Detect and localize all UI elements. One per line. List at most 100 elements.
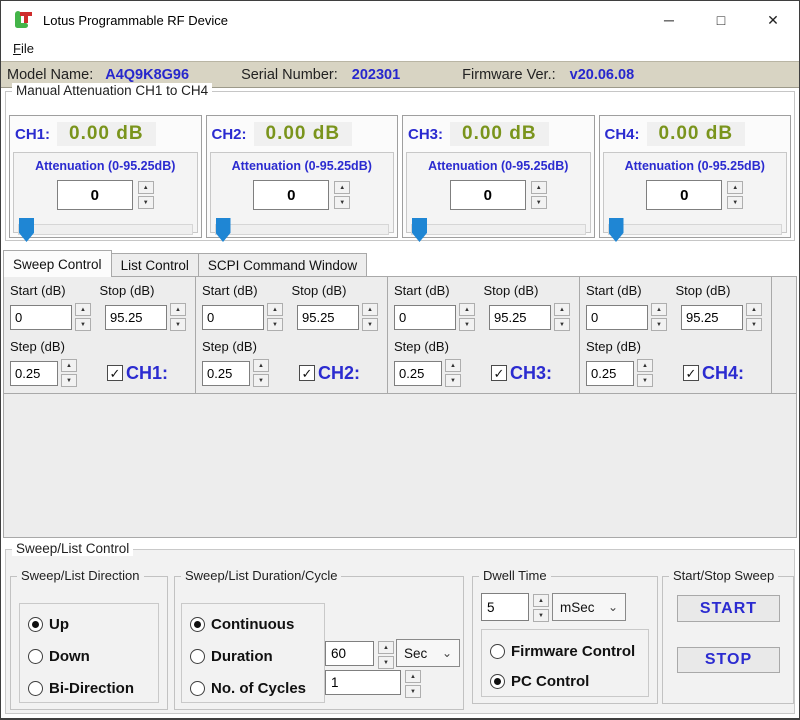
spin-down-button[interactable]: ▼ — [727, 196, 743, 209]
tab-scpi-command-window[interactable]: SCPI Command Window — [198, 253, 367, 276]
start-sweep-button[interactable]: START — [677, 595, 780, 622]
spin-up-button[interactable]: ▲ — [459, 303, 475, 316]
spin-down-button[interactable]: ▼ — [554, 318, 570, 331]
spin-up-button[interactable]: ▲ — [651, 303, 667, 316]
spin-up-button[interactable]: ▲ — [533, 594, 549, 607]
spin-up-button[interactable]: ▲ — [334, 181, 350, 194]
spin-down-button[interactable]: ▼ — [267, 318, 283, 331]
spin-down-button[interactable]: ▼ — [531, 196, 547, 209]
slider-track[interactable] — [215, 224, 390, 235]
direction-option-up[interactable]: Up — [28, 616, 158, 633]
spin-up-button[interactable]: ▲ — [378, 641, 394, 654]
ch1-attenuation-input[interactable] — [57, 180, 133, 210]
ch3-step-input[interactable] — [394, 361, 442, 386]
duration-value-input[interactable] — [325, 641, 374, 666]
ch2-enable-checkbox[interactable]: ✓ — [299, 365, 315, 381]
ch1-step-input[interactable] — [10, 361, 58, 386]
duration-unit-dropdown[interactable]: Sec ⌄ — [396, 639, 460, 667]
slider-thumb[interactable] — [216, 218, 231, 242]
radio-icon[interactable] — [190, 649, 205, 664]
ch3-stop-input[interactable] — [489, 305, 551, 330]
ch4-start-input[interactable] — [586, 305, 648, 330]
spin-down-button[interactable]: ▼ — [651, 318, 667, 331]
slider-thumb[interactable] — [412, 218, 427, 242]
dwell-option-pc-control[interactable]: PC Control — [490, 673, 648, 690]
spin-down-button[interactable]: ▼ — [445, 374, 461, 387]
direction-option-bi-direction[interactable]: Bi-Direction — [28, 680, 158, 697]
spin-up-button[interactable]: ▲ — [253, 359, 269, 372]
spin-up-button[interactable]: ▲ — [727, 181, 743, 194]
app-window: Lotus Programmable RF Device ─ □ ✕ File … — [0, 0, 800, 720]
spin-up-button[interactable]: ▲ — [267, 303, 283, 316]
slider-thumb[interactable] — [19, 218, 34, 242]
cycles-value-input[interactable] — [325, 670, 401, 695]
spin-up-button[interactable]: ▲ — [362, 303, 378, 316]
radio-icon[interactable] — [28, 681, 43, 696]
ch3-attenuation-input[interactable] — [450, 180, 526, 210]
spin-up-button[interactable]: ▲ — [75, 303, 91, 316]
spin-up-button[interactable]: ▲ — [405, 670, 421, 683]
spin-up-button[interactable]: ▲ — [445, 359, 461, 372]
duration-option-no-of-cycles[interactable]: No. of Cycles — [190, 680, 324, 697]
ch2-step-input[interactable] — [202, 361, 250, 386]
menu-file[interactable]: File — [13, 41, 34, 56]
sweep-settings-row: Start (dB) Stop (dB) ▲ ▼ ▲ ▼ Step (dB) — [4, 277, 796, 394]
spin-down-button[interactable]: ▼ — [533, 609, 549, 622]
spin-up-button[interactable]: ▲ — [138, 181, 154, 194]
spin-down-button[interactable]: ▼ — [61, 374, 77, 387]
ch1-enable-checkbox[interactable]: ✓ — [107, 365, 123, 381]
spin-up-button[interactable]: ▲ — [554, 303, 570, 316]
duration-option-duration[interactable]: Duration — [190, 648, 324, 665]
radio-icon[interactable] — [28, 617, 43, 632]
spin-up-button[interactable]: ▲ — [61, 359, 77, 372]
radio-icon[interactable] — [490, 674, 505, 689]
maximize-button[interactable]: □ — [695, 1, 747, 39]
radio-icon[interactable] — [490, 644, 505, 659]
spin-up-button[interactable]: ▲ — [746, 303, 762, 316]
ch2-stop-input[interactable] — [297, 305, 359, 330]
dwell-option-firmware-control[interactable]: Firmware Control — [490, 643, 648, 660]
spin-up-button[interactable]: ▲ — [637, 359, 653, 372]
dwell-time-unit-dropdown[interactable]: mSec ⌄ — [552, 593, 626, 621]
ch2-start-input[interactable] — [202, 305, 264, 330]
ch4-stop-input[interactable] — [681, 305, 743, 330]
duration-option-continuous[interactable]: Continuous — [190, 616, 324, 633]
spin-down-button[interactable]: ▼ — [170, 318, 186, 331]
direction-option-down[interactable]: Down — [28, 648, 158, 665]
spin-up-button[interactable]: ▲ — [170, 303, 186, 316]
spin-down-button[interactable]: ▼ — [405, 685, 421, 698]
ch3-start-input[interactable] — [394, 305, 456, 330]
radio-icon[interactable] — [28, 649, 43, 664]
spin-down-button[interactable]: ▼ — [75, 318, 91, 331]
close-button[interactable]: ✕ — [747, 1, 799, 39]
ch4-step-input[interactable] — [586, 361, 634, 386]
sweep-list-duration-cycle-group: Sweep/List Duration/Cycle Continuous Dur… — [174, 576, 464, 710]
tab-list-control[interactable]: List Control — [111, 253, 199, 276]
ch1-start-input[interactable] — [10, 305, 72, 330]
slider-track[interactable] — [18, 224, 193, 235]
slider-track[interactable] — [608, 224, 783, 235]
spin-up-button[interactable]: ▲ — [531, 181, 547, 194]
ch2-attenuation-input[interactable] — [253, 180, 329, 210]
radio-icon[interactable] — [190, 681, 205, 696]
spin-down-button[interactable]: ▼ — [637, 374, 653, 387]
ch1-stop-input[interactable] — [105, 305, 167, 330]
spin-down-button[interactable]: ▼ — [362, 318, 378, 331]
slider-thumb[interactable] — [609, 218, 624, 242]
spin-down-button[interactable]: ▼ — [138, 196, 154, 209]
ch1-sweep-column: Start (dB) Stop (dB) ▲ ▼ ▲ ▼ Step (dB) — [4, 277, 196, 393]
ch4-enable-checkbox[interactable]: ✓ — [683, 365, 699, 381]
ch3-enable-checkbox[interactable]: ✓ — [491, 365, 507, 381]
radio-icon[interactable] — [190, 617, 205, 632]
minimize-button[interactable]: ─ — [643, 1, 695, 39]
slider-track[interactable] — [411, 224, 586, 235]
tab-sweep-control[interactable]: Sweep Control — [3, 250, 112, 277]
spin-down-button[interactable]: ▼ — [459, 318, 475, 331]
stop-sweep-button[interactable]: STOP — [677, 647, 780, 673]
spin-down-button[interactable]: ▼ — [378, 656, 394, 669]
spin-down-button[interactable]: ▼ — [253, 374, 269, 387]
spin-down-button[interactable]: ▼ — [746, 318, 762, 331]
dwell-time-input[interactable] — [481, 593, 529, 621]
ch4-attenuation-input[interactable] — [646, 180, 722, 210]
spin-down-button[interactable]: ▼ — [334, 196, 350, 209]
